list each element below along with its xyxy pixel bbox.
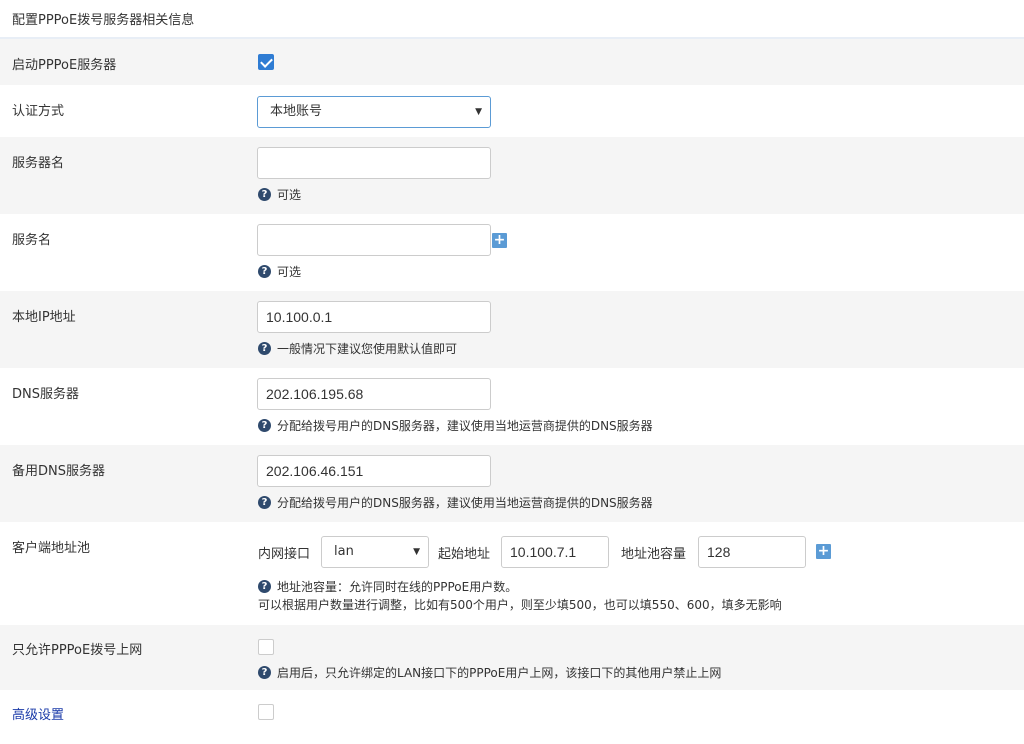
server-name-help: ? 可选 bbox=[258, 186, 301, 203]
local-ip-help-text: 一般情况下建议您使用默认值即可 bbox=[277, 342, 458, 356]
row-dns-server: DNS服务器 202.106.195.68 ? 分配给拨号用户的DNS服务器，建… bbox=[0, 368, 1024, 445]
chevron-down-icon: ▼ bbox=[475, 107, 482, 117]
row-auth-method: 认证方式 本地账号 ▼ bbox=[0, 85, 1024, 137]
row-local-ip: 本地IP地址 10.100.0.1 ? 一般情况下建议您使用默认值即可 bbox=[0, 291, 1024, 368]
backup-dns-help-text: 分配给拨号用户的DNS服务器，建议使用当地运营商提供的DNS服务器 bbox=[277, 496, 653, 510]
local-ip-help: ? 一般情况下建议您使用默认值即可 bbox=[258, 340, 457, 357]
help-icon: ? bbox=[258, 419, 271, 432]
local-ip-input[interactable]: 10.100.0.1 bbox=[257, 301, 491, 333]
iface-label: 内网接口 bbox=[258, 547, 311, 562]
row-only-pppoe: 只允许PPPoE拨号上网 ? 启用后，只允许绑定的LAN接口下的PPPoE用户上… bbox=[0, 625, 1024, 690]
iface-value: lan bbox=[334, 544, 354, 559]
server-name-label: 服务器名 bbox=[12, 156, 65, 171]
pool-help-text-2: 可以根据用户数量进行调整，比如有500个用户，则至少填500，也可以填550、6… bbox=[258, 598, 782, 612]
chevron-down-icon: ▼ bbox=[413, 547, 420, 557]
row-server-name: 服务器名 ? 可选 bbox=[0, 137, 1024, 214]
pool-help-2: 可以根据用户数量进行调整，比如有500个用户，则至少填500，也可以填550、6… bbox=[258, 596, 782, 613]
pool-help: ? 地址池容量：允许同时在线的PPPoE用户数。 bbox=[258, 578, 517, 595]
auth-method-value: 本地账号 bbox=[270, 104, 323, 119]
service-name-label: 服务名 bbox=[12, 233, 52, 248]
help-icon: ? bbox=[258, 188, 271, 201]
advanced-settings-checkbox[interactable] bbox=[258, 704, 274, 720]
enable-pppoe-label: 启动PPPoE服务器 bbox=[12, 58, 117, 73]
service-name-input[interactable] bbox=[257, 224, 491, 256]
row-client-pool: 客户端地址池 内网接口 lan ▼ 起始地址 10.100.7.1 地址池容量 … bbox=[0, 522, 1024, 625]
start-address-input[interactable]: 10.100.7.1 bbox=[501, 536, 609, 568]
enable-pppoe-checkbox[interactable] bbox=[258, 54, 274, 70]
only-pppoe-help-text: 启用后，只允许绑定的LAN接口下的PPPoE用户上网，该接口下的其他用户禁止上网 bbox=[277, 666, 722, 680]
backup-dns-input[interactable]: 202.106.46.151 bbox=[257, 455, 491, 487]
auth-method-select[interactable]: 本地账号 ▼ bbox=[257, 96, 491, 128]
pool-capacity-label: 地址池容量 bbox=[621, 547, 687, 562]
only-pppoe-help: ? 启用后，只允许绑定的LAN接口下的PPPoE用户上网，该接口下的其他用户禁止… bbox=[258, 664, 721, 681]
help-icon: ? bbox=[258, 265, 271, 278]
page-header: 配置PPPoE拨号服务器相关信息 bbox=[0, 0, 1024, 39]
local-ip-label: 本地IP地址 bbox=[12, 310, 76, 325]
pool-help-text-1: 地址池容量：允许同时在线的PPPoE用户数。 bbox=[277, 580, 518, 594]
service-name-help-text: 可选 bbox=[277, 265, 302, 279]
backup-dns-help: ? 分配给拨号用户的DNS服务器，建议使用当地运营商提供的DNS服务器 bbox=[258, 494, 653, 511]
iface-select[interactable]: lan ▼ bbox=[321, 536, 429, 568]
row-service-name: 服务名 + ? 可选 bbox=[0, 214, 1024, 291]
auth-method-label: 认证方式 bbox=[12, 104, 65, 119]
page-title: 配置PPPoE拨号服务器相关信息 bbox=[12, 13, 195, 28]
row-backup-dns: 备用DNS服务器 202.106.46.151 ? 分配给拨号用户的DNS服务器… bbox=[0, 445, 1024, 522]
only-pppoe-label: 只允许PPPoE拨号上网 bbox=[12, 643, 143, 658]
add-pool-icon[interactable]: + bbox=[816, 544, 831, 559]
row-advanced: 高级设置 bbox=[0, 690, 1024, 740]
start-address-label: 起始地址 bbox=[438, 547, 491, 562]
pool-capacity-input[interactable]: 128 bbox=[698, 536, 806, 568]
add-service-icon[interactable]: + bbox=[492, 233, 507, 248]
server-name-help-text: 可选 bbox=[277, 188, 302, 202]
dns-server-help-text: 分配给拨号用户的DNS服务器，建议使用当地运营商提供的DNS服务器 bbox=[277, 419, 653, 433]
advanced-settings-link[interactable]: 高级设置 bbox=[0, 690, 257, 740]
client-pool-label: 客户端地址池 bbox=[12, 541, 91, 556]
backup-dns-label: 备用DNS服务器 bbox=[12, 464, 105, 479]
only-pppoe-checkbox[interactable] bbox=[258, 639, 274, 655]
row-enable-pppoe: 启动PPPoE服务器 bbox=[0, 39, 1024, 85]
help-icon: ? bbox=[258, 580, 271, 593]
service-name-help: ? 可选 bbox=[258, 263, 301, 280]
help-icon: ? bbox=[258, 666, 271, 679]
server-name-input[interactable] bbox=[257, 147, 491, 179]
help-icon: ? bbox=[258, 496, 271, 509]
dns-server-help: ? 分配给拨号用户的DNS服务器，建议使用当地运营商提供的DNS服务器 bbox=[258, 417, 653, 434]
dns-server-input[interactable]: 202.106.195.68 bbox=[257, 378, 491, 410]
help-icon: ? bbox=[258, 342, 271, 355]
dns-server-label: DNS服务器 bbox=[12, 387, 79, 402]
